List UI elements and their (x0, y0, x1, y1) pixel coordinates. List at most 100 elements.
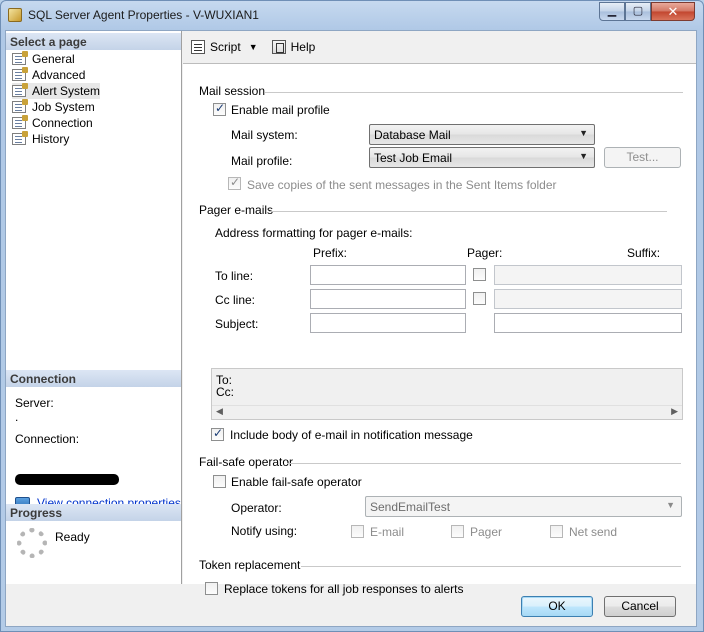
pager-header: Pager: (467, 246, 503, 260)
operator-value: SendEmailTest (370, 500, 451, 514)
suffix-header: Suffix: (627, 246, 661, 260)
mail-profile-label: Mail profile: (231, 154, 293, 168)
left-panel: Select a page General Advanced Alert Sys… (6, 31, 182, 584)
progress-header: Progress (6, 504, 181, 521)
enable-failsafe-label: Enable fail-safe operator (231, 475, 362, 489)
mail-profile-value: Test Job Email (374, 151, 453, 165)
cc-line-prefix-input[interactable] (310, 289, 466, 309)
prefix-header: Prefix: (313, 246, 348, 260)
notify-pager-checkbox[interactable] (451, 525, 464, 538)
mail-session-title: Mail session (199, 84, 266, 98)
cc-line-pager-checkbox[interactable] (473, 292, 486, 305)
script-icon (191, 40, 205, 54)
nav-item-job-system[interactable]: Job System (12, 99, 95, 115)
chevron-down-icon: ▼ (579, 128, 588, 138)
notify-using-label: Notify using: (231, 524, 298, 538)
failsafe-title: Fail-safe operator (199, 455, 294, 469)
cc-line-suffix-input[interactable] (494, 289, 682, 309)
minimize-icon: ▁ (607, 5, 617, 17)
subject-prefix-input[interactable] (310, 313, 466, 333)
nav-item-history[interactable]: History (12, 131, 69, 147)
chevron-down-icon: ▼ (579, 151, 588, 161)
select-page-header: Select a page (6, 33, 181, 50)
progress-spinner-icon (17, 528, 47, 558)
mail-profile-select[interactable]: Test Job Email ▼ (369, 147, 595, 168)
save-copies-label: Save copies of the sent messages in the … (247, 178, 557, 192)
replace-tokens-checkbox[interactable] (205, 582, 218, 595)
mail-system-label: Mail system: (231, 128, 298, 142)
maximize-icon: ▢ (632, 5, 644, 17)
pager-emails-title: Pager e-mails (199, 203, 274, 217)
progress-status: Ready (55, 530, 90, 544)
notify-netsend-checkbox[interactable] (550, 525, 563, 538)
ok-button[interactable]: OK (521, 596, 593, 617)
page-icon (12, 51, 28, 65)
mail-system-select[interactable]: Database Mail ▼ (369, 124, 595, 145)
operator-select[interactable]: SendEmailTest ▼ (365, 496, 682, 517)
subject-suffix-input[interactable] (494, 313, 682, 333)
include-body-checkbox[interactable] (211, 426, 224, 441)
enable-failsafe-checkbox[interactable] (213, 475, 226, 488)
notify-email-checkbox[interactable] (351, 525, 364, 538)
preview-scrollbar[interactable]: ◀ ▶ (212, 405, 682, 419)
preview-cc: Cc: (216, 385, 234, 399)
test-button[interactable]: Test... (604, 147, 681, 168)
toolbar: Script ▼ Help (183, 31, 696, 63)
scroll-left-icon[interactable]: ◀ (216, 406, 223, 417)
include-body-label: Include body of e-mail in notification m… (230, 428, 473, 442)
to-line-suffix-input[interactable] (494, 265, 682, 285)
help-button[interactable]: Help (271, 40, 316, 54)
enable-mail-profile-label: Enable mail profile (231, 103, 330, 117)
server-label: Server: (15, 396, 54, 410)
divider (269, 211, 667, 212)
nav-item-label: Alert System (32, 84, 101, 98)
help-icon (271, 40, 286, 54)
page-icon (12, 115, 28, 129)
script-button[interactable]: Script ▼ (191, 40, 258, 54)
subject-label: Subject: (215, 317, 259, 331)
nav-item-label: General (32, 52, 75, 66)
mail-system-value: Database Mail (374, 128, 451, 142)
save-copies-checkbox[interactable] (228, 175, 241, 190)
nav-item-alert-system[interactable]: Alert System (12, 83, 101, 99)
chevron-down-icon[interactable]: ▼ (249, 42, 258, 52)
divider (301, 566, 681, 567)
help-label: Help (290, 40, 316, 54)
window-title: SQL Server Agent Properties - V-WUXIAN1 (28, 8, 259, 22)
script-label: Script (210, 40, 241, 54)
redacted-connection-value (15, 474, 119, 485)
cancel-button[interactable]: Cancel (604, 596, 676, 617)
pager-preview-box: To: Cc: ◀ ▶ (211, 368, 683, 420)
divider (265, 92, 683, 93)
cc-line-label: Cc line: (215, 293, 256, 307)
connection-header: Connection (6, 370, 181, 387)
nav-item-connection[interactable]: Connection (12, 115, 93, 131)
address-formatting-label: Address formatting for pager e-mails: (215, 226, 413, 240)
server-value: . (15, 410, 19, 424)
app-icon (8, 8, 22, 22)
chevron-down-icon: ▼ (666, 500, 675, 510)
dialog-client: Select a page General Advanced Alert Sys… (5, 30, 697, 627)
to-line-pager-checkbox[interactable] (473, 268, 486, 281)
to-line-prefix-input[interactable] (310, 265, 466, 285)
enable-mail-profile-checkbox[interactable] (213, 101, 226, 116)
connection-label: Connection: (15, 432, 80, 446)
notify-pager-label: Pager (470, 525, 503, 539)
nav-item-advanced[interactable]: Advanced (12, 67, 85, 83)
window-controls: ▁ ▢ ✕ (599, 2, 695, 21)
nav-item-general[interactable]: General (12, 51, 75, 67)
divider (287, 463, 681, 464)
title-bar[interactable]: SQL Server Agent Properties - V-WUXIAN1 … (1, 1, 703, 29)
page-icon (12, 67, 28, 81)
close-icon: ✕ (667, 4, 679, 19)
token-replacement-title: Token replacement (199, 558, 301, 572)
page-icon (12, 131, 28, 145)
scroll-right-icon[interactable]: ▶ (671, 406, 678, 417)
notify-email-label: E-mail (370, 525, 405, 539)
nav-item-label: Advanced (32, 68, 86, 82)
to-line-label: To line: (215, 269, 254, 283)
minimize-button[interactable]: ▁ (599, 2, 625, 21)
close-button[interactable]: ✕ (651, 2, 695, 21)
maximize-button[interactable]: ▢ (625, 2, 651, 21)
nav-item-label: History (32, 132, 70, 146)
